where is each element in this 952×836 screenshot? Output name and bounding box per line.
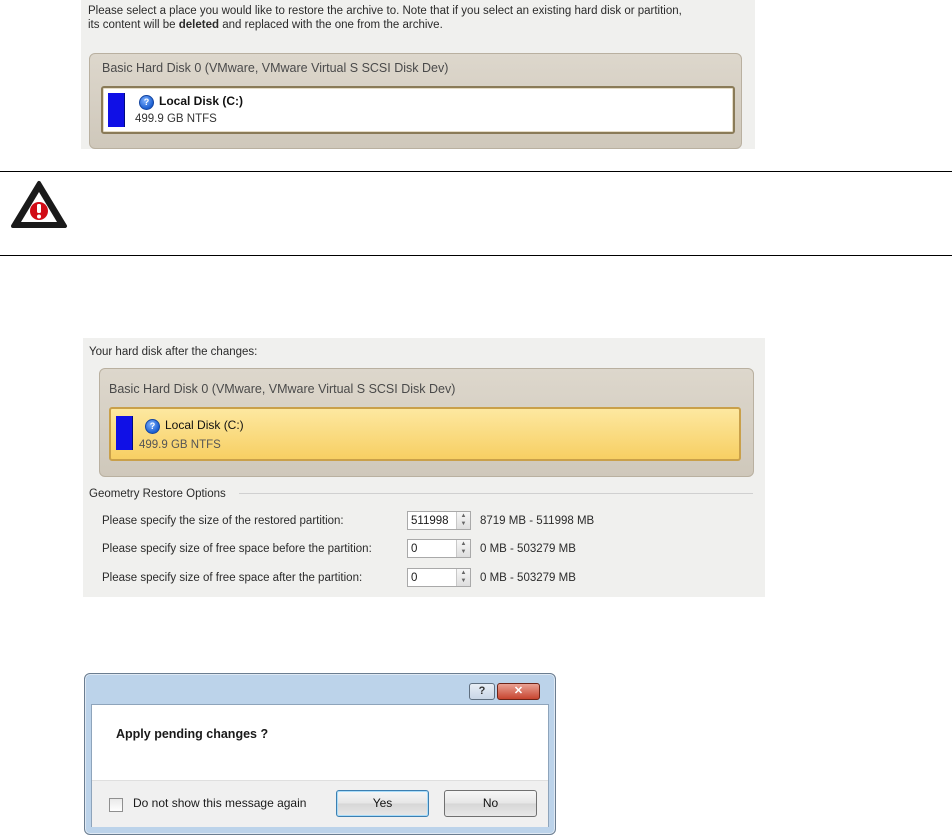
free-before-range: 0 MB - 503279 MB — [480, 543, 576, 555]
partition-usage-bar — [116, 416, 133, 450]
partition-name: Local Disk (C:) — [165, 418, 244, 432]
geometry-group-label: Geometry Restore Options — [89, 488, 226, 500]
dialog-message: Apply pending changes ? — [116, 727, 269, 741]
partition-local-disk-c[interactable]: ? Local Disk (C:) 499.9 GB NTFS — [101, 86, 735, 134]
close-icon[interactable]: ✕ — [497, 683, 540, 700]
disk-group[interactable]: Basic Hard Disk 0 (VMware, VMware Virtua… — [99, 368, 754, 477]
free-before-input[interactable]: 0 ▲ ▼ — [407, 539, 471, 558]
help-icon: ? — [145, 419, 160, 434]
spin-buttons[interactable]: ▲ ▼ — [456, 512, 470, 529]
after-changes-screenshot: Your hard disk after the changes: Basic … — [83, 338, 765, 597]
dialog-client: Apply pending changes ? Do not show this… — [91, 704, 549, 827]
disk-group[interactable]: Basic Hard Disk 0 (VMware, VMware Virtua… — [89, 53, 742, 149]
partition-name: Local Disk (C:) — [159, 94, 244, 108]
disk-title: Basic Hard Disk 0 (VMware, VMware Virtua… — [109, 382, 456, 396]
partition-size: 499.9 GB NTFS — [139, 439, 221, 451]
yes-button[interactable]: Yes — [336, 790, 429, 817]
warning-icon — [10, 180, 68, 230]
help-icon: ? — [139, 95, 154, 110]
restored-size-label: Please specify the size of the restored … — [102, 515, 344, 527]
after-changes-heading: Your hard disk after the changes: — [89, 346, 258, 358]
disk-title: Basic Hard Disk 0 (VMware, VMware Virtua… — [102, 61, 449, 75]
partition-usage-bar — [108, 93, 125, 127]
restore-location-screenshot: Please select a place you would like to … — [81, 0, 755, 149]
restore-instruction: Please select a place you would like to … — [88, 5, 682, 31]
spin-buttons[interactable]: ▲ ▼ — [456, 540, 470, 557]
restored-size-range: 8719 MB - 511998 MB — [480, 515, 595, 527]
apply-changes-dialog: ? ✕ Apply pending changes ? Do not show … — [84, 673, 556, 835]
dialog-help-button[interactable]: ? — [469, 683, 495, 700]
free-after-input[interactable]: 0 ▲ ▼ — [407, 568, 471, 587]
no-button[interactable]: No — [444, 790, 537, 817]
spin-buttons[interactable]: ▲ ▼ — [456, 569, 470, 586]
free-before-label: Please specify size of free space before… — [102, 543, 372, 555]
dialog-button-bar: Do not show this message again Yes No — [92, 780, 548, 827]
warning-bottom-rule — [0, 255, 952, 256]
warning-top-rule — [0, 171, 952, 172]
geometry-group-line — [239, 493, 753, 494]
free-after-range: 0 MB - 503279 MB — [480, 572, 576, 584]
checkbox[interactable] — [109, 798, 123, 812]
checkbox-label: Do not show this message again — [133, 796, 307, 810]
free-after-label: Please specify size of free space after … — [102, 572, 363, 584]
restored-size-input[interactable]: 511998 ▲ ▼ — [407, 511, 471, 530]
partition-size: 499.9 GB NTFS — [135, 113, 217, 125]
partition-local-disk-c[interactable]: ? Local Disk (C:) 499.9 GB NTFS — [109, 407, 741, 461]
